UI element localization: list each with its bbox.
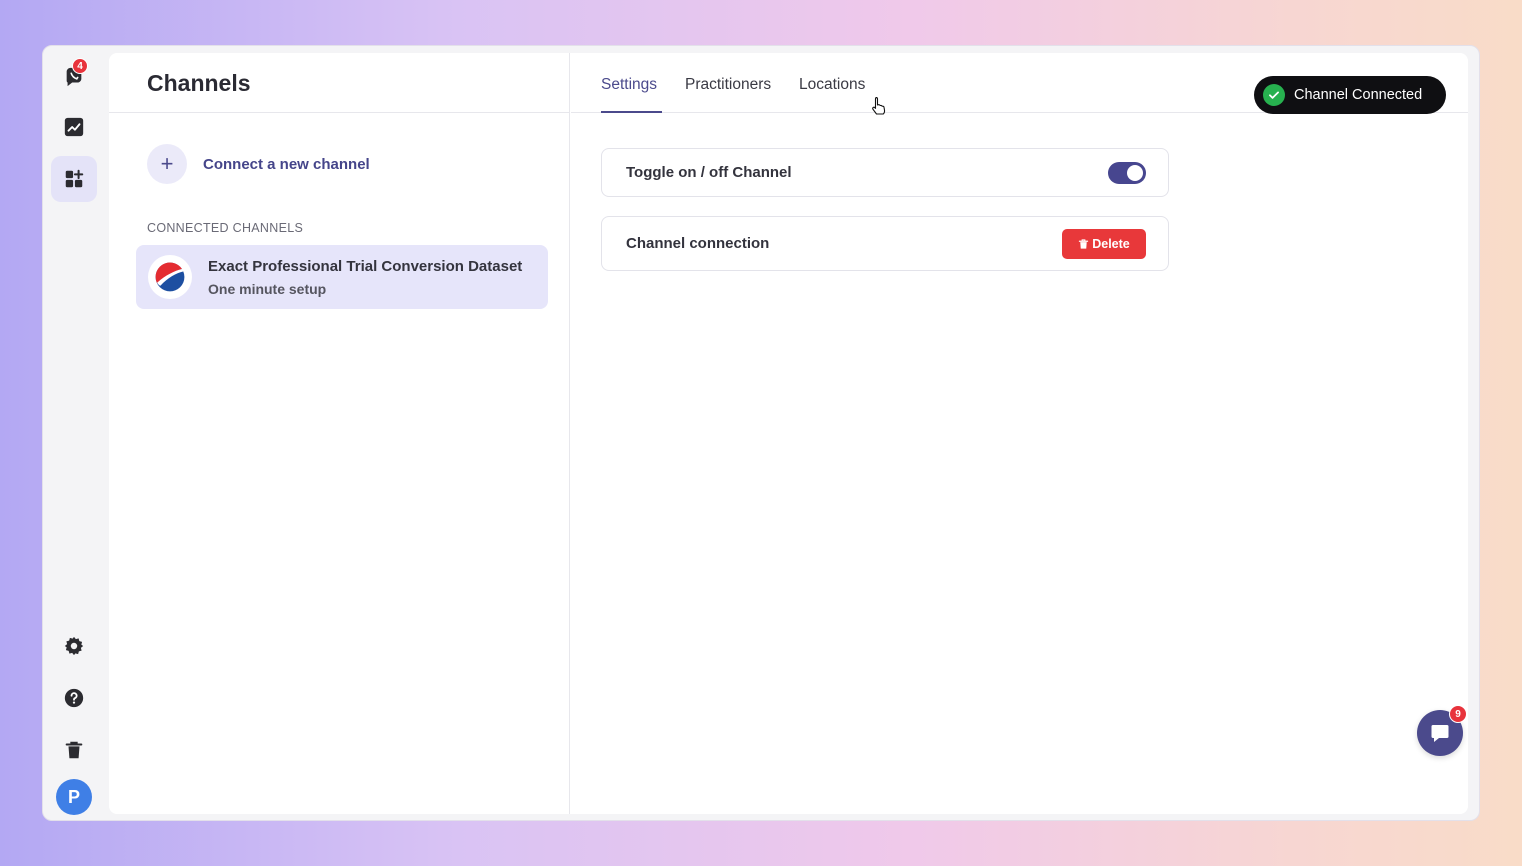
apps-add-icon: [65, 169, 84, 188]
chat-bubble-icon: [1431, 725, 1449, 742]
delete-button-label: Delete: [1092, 237, 1130, 251]
hand-cursor-icon: [872, 96, 886, 115]
connected-channels-heading: CONNECTED CHANNELS: [147, 221, 304, 235]
connect-new-channel-label: Connect a new channel: [203, 155, 370, 173]
connect-new-channel-button[interactable]: + Connect a new channel: [147, 144, 370, 184]
channel-name: Exact Professional Trial Conversion Data…: [208, 258, 523, 275]
chat-notification-badge: 9: [1449, 705, 1467, 723]
tab-locations[interactable]: Locations: [799, 76, 865, 94]
tab-practitioners[interactable]: Practitioners: [685, 76, 771, 94]
icon-rail: 4 P: [43, 46, 105, 820]
trend-chart-icon: [64, 117, 84, 137]
channel-settings-column: Settings Practitioners Locations Channel…: [571, 53, 1468, 814]
channels-column: Channels + Connect a new channel CONNECT…: [109, 53, 570, 814]
content-panel: Channels + Connect a new channel CONNECT…: [109, 53, 1468, 814]
plus-icon: +: [147, 144, 187, 184]
rail-item-analytics[interactable]: [51, 104, 97, 150]
active-tab-indicator: [601, 111, 662, 113]
channel-list-item[interactable]: Exact Professional Trial Conversion Data…: [136, 245, 548, 309]
toggle-channel-label: Toggle on / off Channel: [626, 164, 792, 181]
tab-settings[interactable]: Settings: [601, 76, 657, 94]
channel-toggle[interactable]: [1108, 162, 1146, 184]
channel-connection-card: Channel connection Delete: [601, 216, 1169, 271]
notification-badge: 4: [72, 58, 88, 74]
rail-item-apps[interactable]: [51, 156, 97, 202]
toggle-knob: [1127, 165, 1143, 181]
channel-subtitle: One minute setup: [208, 281, 327, 297]
rail-item-trash[interactable]: [51, 727, 97, 773]
gear-icon: [64, 636, 84, 656]
page-title: Channels: [147, 70, 251, 96]
channels-header: Channels: [109, 53, 569, 113]
trash-icon: [1079, 239, 1089, 249]
rail-item-settings[interactable]: [51, 623, 97, 669]
toggle-channel-card: Toggle on / off Channel: [601, 148, 1169, 197]
rail-item-help[interactable]: [51, 675, 97, 721]
tabs-bar: Settings Practitioners Locations Channel…: [571, 53, 1468, 114]
toast-text: Channel Connected: [1294, 87, 1423, 103]
delete-button[interactable]: Delete: [1062, 229, 1146, 259]
app-window: 4 P Channels + Connect a new channel CON…: [42, 45, 1480, 821]
user-avatar[interactable]: P: [56, 779, 92, 815]
trash-icon: [65, 741, 83, 759]
help-icon: [64, 688, 84, 708]
channel-connected-toast: Channel Connected: [1254, 76, 1446, 114]
check-circle-icon: [1263, 84, 1285, 106]
pepsi-logo-icon: [148, 255, 192, 299]
channel-connection-label: Channel connection: [626, 235, 770, 252]
